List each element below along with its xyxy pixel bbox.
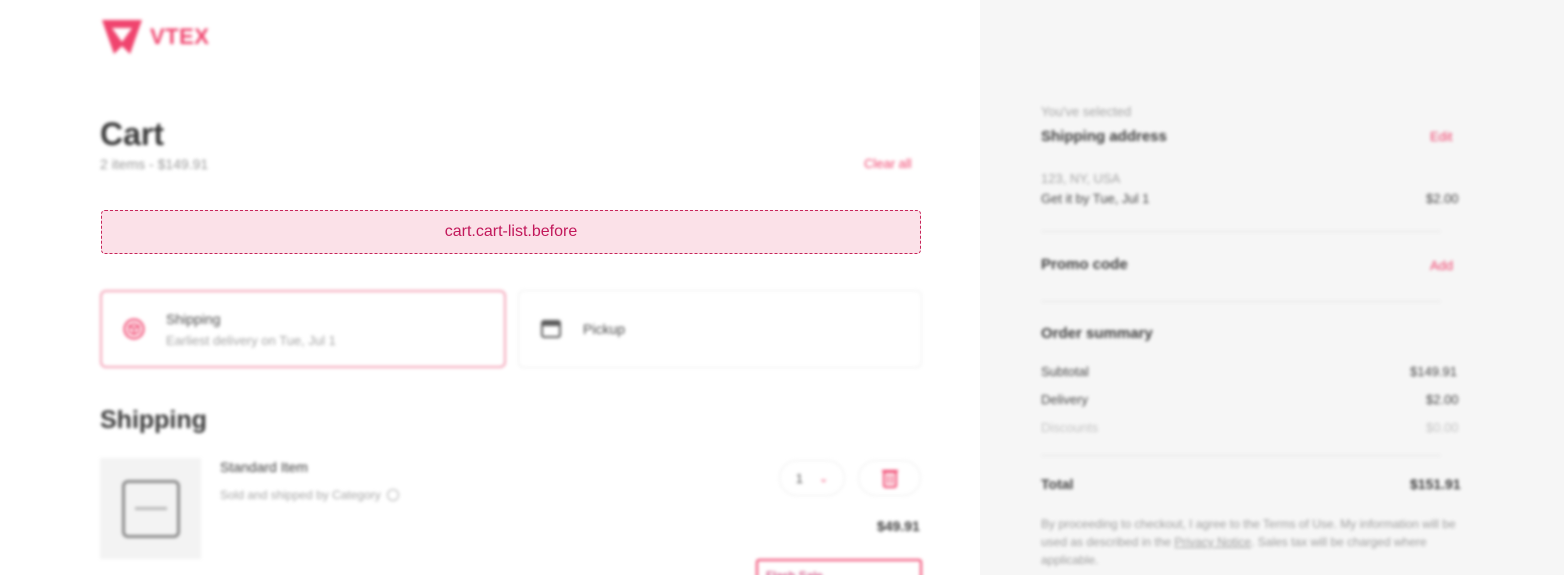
page-title: Cart xyxy=(100,116,165,152)
promo-code-title: Promo code xyxy=(1041,256,1128,273)
delivery-option-shipping[interactable]: Shipping Earliest delivery on Tue, Jul 1 xyxy=(100,290,506,368)
option-subtitle: Earliest delivery on Tue, Jul 1 xyxy=(166,332,336,348)
cart-summary-count: 2 items - $149.91 xyxy=(100,156,209,172)
logo-text: VTEX xyxy=(150,24,210,49)
remove-item-button[interactable] xyxy=(858,460,921,496)
add-promo-link[interactable]: Add xyxy=(1430,258,1453,273)
extension-slot-placeholder: cart.cart-list.before xyxy=(101,210,921,254)
address-text: 123, NY, USA xyxy=(1041,171,1121,186)
chevron-down-icon: ⌄ xyxy=(819,472,829,485)
selected-label: You've selected xyxy=(1041,104,1132,119)
image-placeholder-icon xyxy=(121,479,180,538)
cart-main: VTEX Cart 2 items - $149.91 Clear all ca… xyxy=(0,0,980,575)
option-title: Shipping xyxy=(166,310,221,327)
delivery-value: $2.00 xyxy=(1426,392,1459,407)
vtex-logo-icon xyxy=(102,20,142,54)
delivery-label: Delivery xyxy=(1041,392,1088,407)
divider xyxy=(1041,455,1441,456)
order-summary-title: Order summary xyxy=(1041,325,1153,342)
subtotal-label: Subtotal xyxy=(1041,364,1089,379)
divider xyxy=(1041,231,1441,232)
discounts-label: Discounts xyxy=(1041,420,1099,435)
vtex-logo[interactable]: VTEX xyxy=(100,18,209,56)
product-seller: Sold and shipped by Category xyxy=(220,488,399,502)
option-title: Pickup xyxy=(583,321,626,337)
store-icon xyxy=(539,317,563,341)
quantity-value: 1 xyxy=(795,470,803,486)
trash-icon xyxy=(881,470,898,488)
checkout-disclaimer: By proceeding to checkout, I agree to th… xyxy=(1041,515,1461,569)
edit-address-link[interactable]: Edit xyxy=(1430,129,1452,144)
delivery-estimate: Get it by Tue, Jul 1 xyxy=(1041,191,1150,206)
product-price: $49.91 xyxy=(877,518,920,534)
seller-text: Sold and shipped by Category xyxy=(220,488,381,502)
total-label: Total xyxy=(1041,476,1074,492)
subtotal-value: $149.91 xyxy=(1410,364,1457,379)
product-image[interactable] xyxy=(100,458,201,559)
discounts-value: $0.00 xyxy=(1426,420,1459,435)
box-icon xyxy=(122,317,146,341)
delivery-option-pickup[interactable]: Pickup xyxy=(518,290,922,368)
promo-tag: Flash Sale xyxy=(756,559,922,575)
total-value: $151.91 xyxy=(1410,476,1461,492)
info-icon[interactable] xyxy=(386,489,399,501)
quantity-selector[interactable]: 1 ⌄ xyxy=(779,460,845,496)
clear-all-link[interactable]: Clear all xyxy=(864,156,912,171)
shipping-section-title: Shipping xyxy=(100,406,207,434)
delivery-price: $2.00 xyxy=(1426,191,1459,206)
product-name[interactable]: Standard Item xyxy=(220,459,308,475)
shipping-address-title: Shipping address xyxy=(1041,128,1167,145)
divider xyxy=(1041,301,1441,302)
order-summary-panel: You've selected Shipping address Edit 12… xyxy=(980,0,1564,575)
privacy-notice-link[interactable]: Privacy Notice xyxy=(1174,535,1251,549)
